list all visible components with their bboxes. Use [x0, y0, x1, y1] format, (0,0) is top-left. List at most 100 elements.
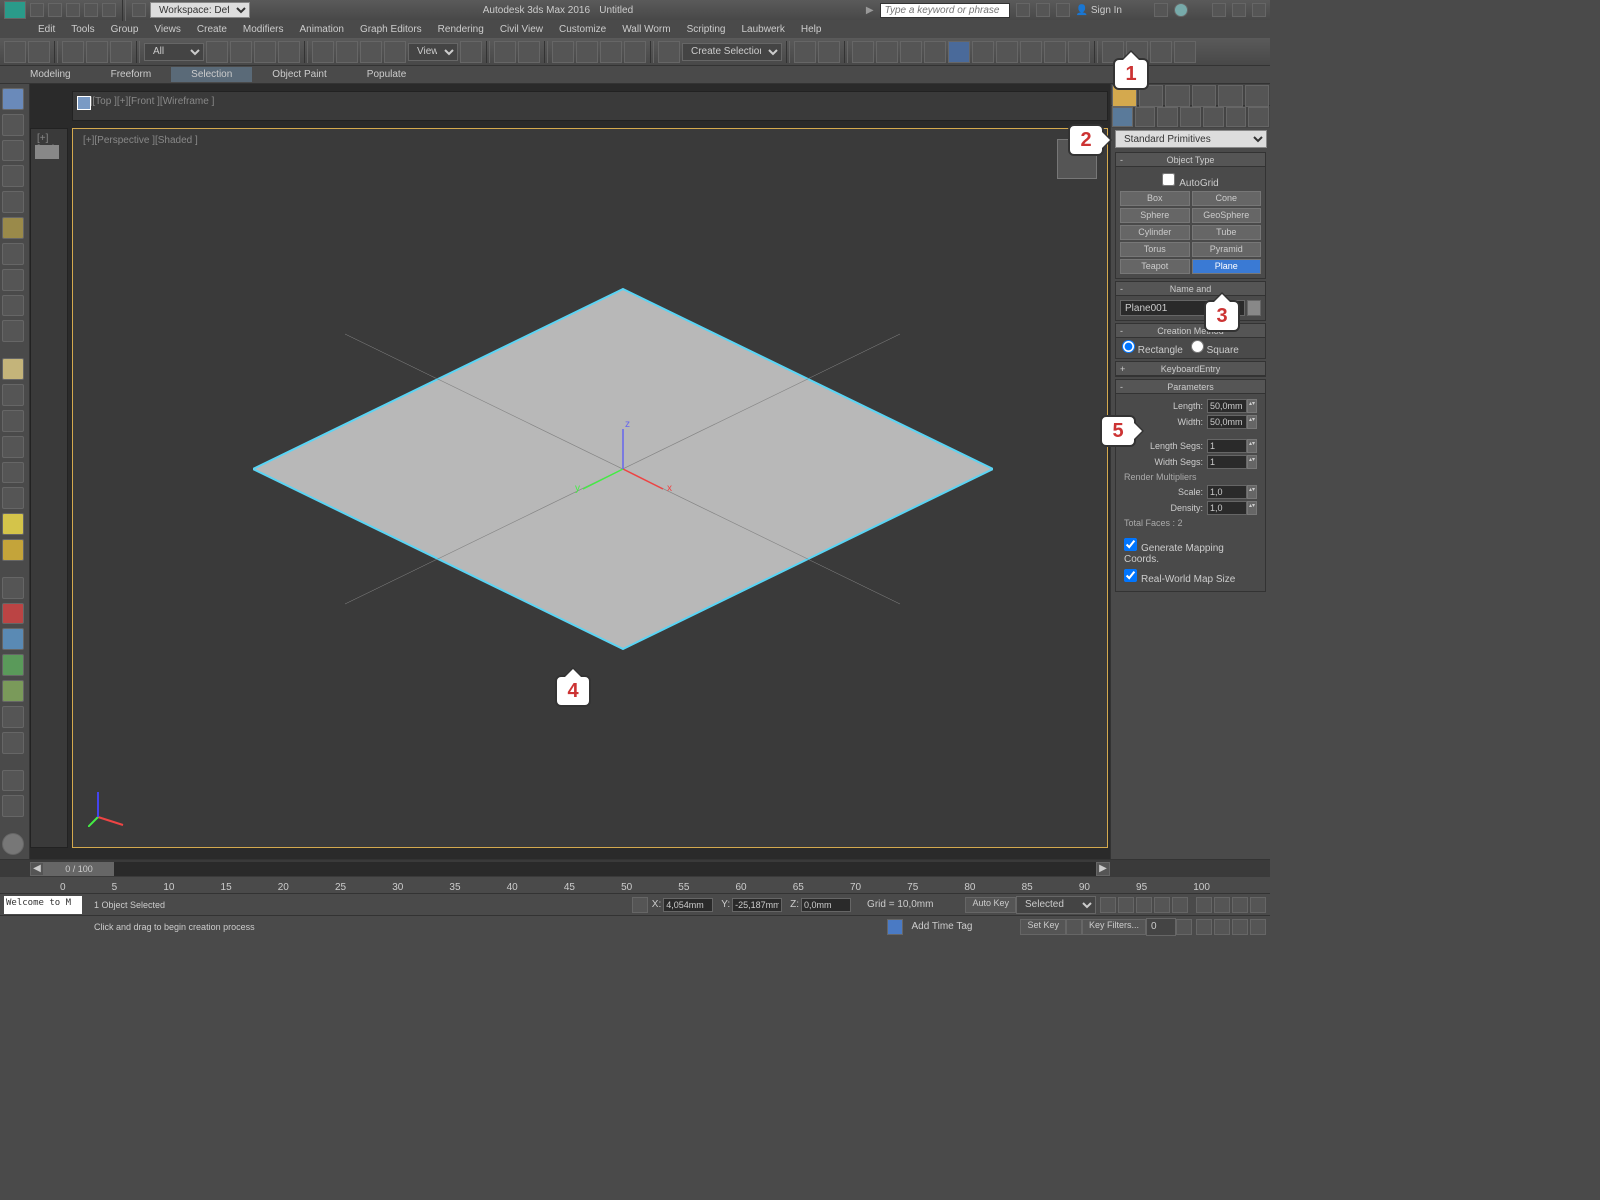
- rectangle-radio[interactable]: Rectangle: [1122, 340, 1183, 356]
- aec-icon[interactable]: [2, 165, 24, 187]
- ribbon-freeform[interactable]: Freeform: [91, 67, 172, 82]
- vp-top-label[interactable]: [+][Top ][+][Front ][Wireframe ]: [77, 94, 218, 109]
- rollout-header[interactable]: KeyboardEntry: [1116, 362, 1265, 376]
- square-radio[interactable]: Square: [1191, 340, 1239, 356]
- render-button[interactable]: [1174, 41, 1196, 63]
- cameras-subtab[interactable]: [1180, 107, 1201, 127]
- pyramid-button[interactable]: Pyramid: [1192, 242, 1262, 257]
- pivot-button[interactable]: [460, 41, 482, 63]
- goto-start-button[interactable]: [1100, 897, 1116, 913]
- add-time-tag[interactable]: Add Time Tag: [903, 921, 980, 932]
- maximize-vp-button[interactable]: [1250, 919, 1266, 935]
- save-icon[interactable]: [66, 3, 80, 17]
- snap-button[interactable]: [552, 41, 574, 63]
- menu-civilview[interactable]: Civil View: [494, 22, 549, 37]
- key-icon[interactable]: [1066, 919, 1082, 935]
- unlink-button[interactable]: [86, 41, 108, 63]
- viewport-perspective[interactable]: [+][Perspective ][Shaded ]: [72, 128, 1108, 848]
- lock-icon[interactable]: [632, 897, 648, 913]
- help-icon[interactable]: [1174, 3, 1188, 17]
- move-button[interactable]: [312, 41, 334, 63]
- spinner-arrows[interactable]: ▴▾: [1247, 485, 1257, 499]
- play-button[interactable]: [1136, 897, 1152, 913]
- spinner-arrows[interactable]: ▴▾: [1247, 439, 1257, 453]
- cone-primitive-icon[interactable]: [2, 487, 24, 509]
- prev-frame-button[interactable]: ◀: [30, 862, 44, 876]
- angle-snap-button[interactable]: [576, 41, 598, 63]
- ringwave-icon[interactable]: [2, 770, 24, 792]
- length-input[interactable]: [1207, 399, 1247, 413]
- menu-group[interactable]: Group: [105, 22, 145, 37]
- goto-end-button[interactable]: [1172, 897, 1188, 913]
- keyfilters-button[interactable]: Key Filters...: [1082, 919, 1146, 935]
- menu-modifiers[interactable]: Modifiers: [237, 22, 290, 37]
- exchange-icon[interactable]: [1154, 3, 1168, 17]
- plane-object[interactable]: x y z: [253, 279, 993, 659]
- viewport-top-strip[interactable]: [+][Top ][+][Front ][Wireframe ]: [72, 91, 1108, 121]
- star-icon[interactable]: [1036, 3, 1050, 17]
- favorite-icon[interactable]: [1056, 3, 1070, 17]
- menu-views[interactable]: Views: [148, 22, 187, 37]
- utilities-tab[interactable]: [1245, 85, 1270, 107]
- render-production-button[interactable]: [1020, 41, 1042, 63]
- rollout-header[interactable]: Parameters: [1116, 380, 1265, 394]
- teapot-primitive-icon[interactable]: [2, 462, 24, 484]
- schematic-view-button[interactable]: [924, 41, 946, 63]
- ribbon-populate[interactable]: Populate: [347, 67, 426, 82]
- hierarchy-tab[interactable]: [1165, 85, 1190, 107]
- geosphere-button[interactable]: GeoSphere: [1192, 208, 1262, 223]
- next-key-button[interactable]: [1154, 897, 1170, 913]
- fov-button[interactable]: [1250, 897, 1266, 913]
- lights-subtab[interactable]: [1157, 107, 1178, 127]
- gengon-icon[interactable]: [2, 732, 24, 754]
- mental-icon[interactable]: [2, 320, 24, 342]
- workspace-select[interactable]: Workspace: Default: [150, 2, 250, 18]
- particle-icon[interactable]: [2, 217, 24, 239]
- time-track[interactable]: 0 / 100: [44, 862, 1096, 876]
- box-primitive-icon[interactable]: [2, 358, 24, 380]
- zoom-button[interactable]: [1196, 897, 1212, 913]
- spinner-snap-button[interactable]: [624, 41, 646, 63]
- menu-laubwerk[interactable]: Laubwerk: [735, 22, 790, 37]
- motion-tab[interactable]: [1192, 85, 1217, 107]
- spinner-arrows[interactable]: ▴▾: [1247, 501, 1257, 515]
- compound-icon[interactable]: [2, 191, 24, 213]
- open-icon[interactable]: [48, 3, 62, 17]
- geosphere-icon[interactable]: [2, 513, 24, 535]
- primitive-icon[interactable]: [2, 140, 24, 162]
- spinner-arrows[interactable]: ▴▾: [1247, 415, 1257, 429]
- activeshade-button[interactable]: [1068, 41, 1090, 63]
- close-icon[interactable]: [1252, 3, 1266, 17]
- rollout-header[interactable]: Creation Method: [1116, 324, 1265, 338]
- time-config-button[interactable]: [1176, 919, 1192, 935]
- edit-selection-button[interactable]: [658, 41, 680, 63]
- color-swatch[interactable]: [1247, 300, 1261, 316]
- help-tool-icon[interactable]: [2, 833, 24, 855]
- menu-scripting[interactable]: Scripting: [681, 22, 732, 37]
- width-input[interactable]: [1207, 415, 1247, 429]
- systems-subtab[interactable]: [1248, 107, 1269, 127]
- geometry-subtab[interactable]: [1112, 107, 1133, 127]
- maximize-icon[interactable]: [1232, 3, 1246, 17]
- length-segs-input[interactable]: [1207, 439, 1247, 453]
- menu-grapheditors[interactable]: Graph Editors: [354, 22, 428, 37]
- display-tab[interactable]: [1218, 85, 1243, 107]
- width-segs-input[interactable]: [1207, 455, 1247, 469]
- cone-button[interactable]: Cone: [1192, 191, 1262, 206]
- menu-tools[interactable]: Tools: [65, 22, 100, 37]
- spinner-arrows[interactable]: ▴▾: [1247, 399, 1257, 413]
- keymode-select[interactable]: Selected: [1016, 896, 1096, 914]
- pan-button[interactable]: [1196, 919, 1212, 935]
- menu-help[interactable]: Help: [795, 22, 828, 37]
- menu-customize[interactable]: Customize: [553, 22, 612, 37]
- oil-tank-icon[interactable]: [2, 680, 24, 702]
- align-button[interactable]: [818, 41, 840, 63]
- selection-filter[interactable]: All: [144, 43, 204, 61]
- material-editor-button[interactable]: [948, 41, 970, 63]
- plane-button[interactable]: Plane: [1192, 259, 1262, 274]
- rotate-button[interactable]: [336, 41, 358, 63]
- link-icon[interactable]: [132, 3, 146, 17]
- select-object-button[interactable]: [206, 41, 228, 63]
- z-coord-input[interactable]: [801, 898, 851, 912]
- next-frame-button[interactable]: ▶: [1096, 862, 1110, 876]
